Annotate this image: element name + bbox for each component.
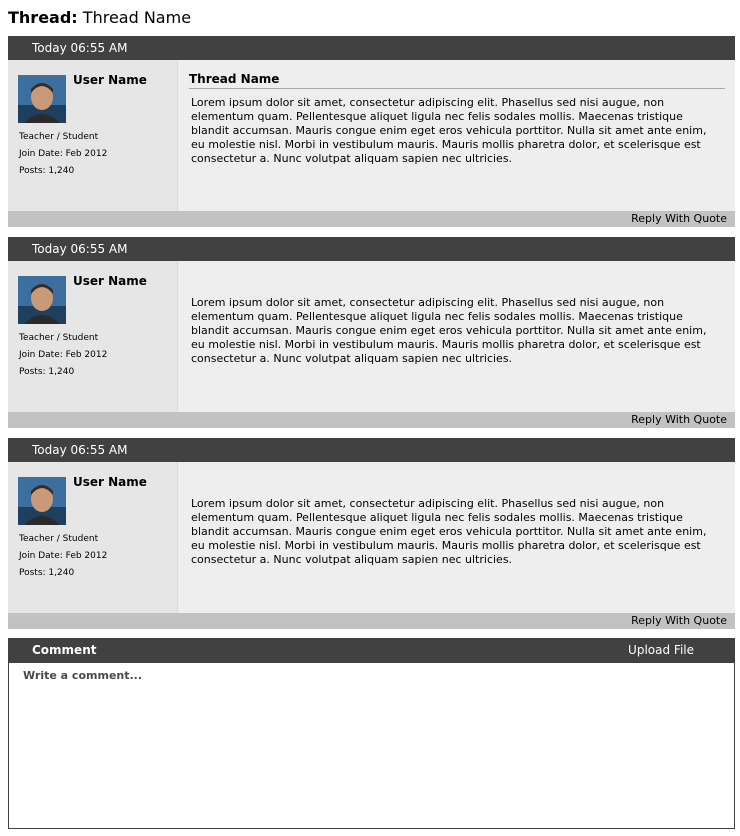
post: Today 06:55 AM User Name Teacher / Stude… [8,438,735,629]
upload-file-button[interactable]: Upload File [628,638,694,662]
post-count: Posts: 1,240 [19,166,75,176]
user-role: Teacher / Student [19,333,99,343]
post-title: Thread Name [189,72,725,89]
post-content: Lorem ipsum dolor sit amet, consectetur … [178,261,735,412]
post-text: Lorem ipsum dolor sit amet, consectetur … [191,296,707,365]
avatar[interactable] [18,477,66,525]
post-footer: Reply With Quote [8,211,735,227]
user-info-panel: User Name Teacher / Student Join Date: F… [8,261,178,412]
comment-label: Comment [32,643,97,657]
post-footer: Reply With Quote [8,613,735,629]
avatar[interactable] [18,276,66,324]
join-date: Join Date: Feb 2012 [19,149,108,159]
comment-box: Comment Upload File [8,638,735,829]
user-role: Teacher / Student [19,534,99,544]
thread-title: Thread: Thread Name [8,8,191,30]
post-timestamp: Today 06:55 AM [8,36,735,60]
thread-title-label: Thread: [8,8,78,27]
reply-with-quote-button[interactable]: Reply With Quote [631,413,727,426]
comment-input[interactable] [8,662,735,829]
avatar[interactable] [18,75,66,123]
user-info-panel: User Name Teacher / Student Join Date: F… [8,60,178,211]
post-timestamp: Today 06:55 AM [8,438,735,462]
post-count: Posts: 1,240 [19,367,75,377]
post-text: Lorem ipsum dolor sit amet, consectetur … [191,96,707,165]
reply-with-quote-button[interactable]: Reply With Quote [631,212,727,225]
post-content: Lorem ipsum dolor sit amet, consectetur … [178,462,735,613]
post-content: Thread Name Lorem ipsum dolor sit amet, … [178,60,735,211]
post-count: Posts: 1,240 [19,568,75,578]
user-name[interactable]: User Name [73,72,147,88]
post-text: Lorem ipsum dolor sit amet, consectetur … [191,497,707,566]
user-name[interactable]: User Name [73,474,147,490]
post-footer: Reply With Quote [8,412,735,428]
post-timestamp: Today 06:55 AM [8,237,735,261]
user-info-panel: User Name Teacher / Student Join Date: F… [8,462,178,613]
join-date: Join Date: Feb 2012 [19,350,108,360]
user-name[interactable]: User Name [73,273,147,289]
user-role: Teacher / Student [19,132,99,142]
thread-name: Thread Name [82,8,192,27]
post: Today 06:55 AM User Name Teacher / Stude… [8,36,735,227]
comment-header: Comment Upload File [8,638,735,662]
post: Today 06:55 AM User Name Teacher / Stude… [8,237,735,428]
reply-with-quote-button[interactable]: Reply With Quote [631,614,727,627]
join-date: Join Date: Feb 2012 [19,551,108,561]
